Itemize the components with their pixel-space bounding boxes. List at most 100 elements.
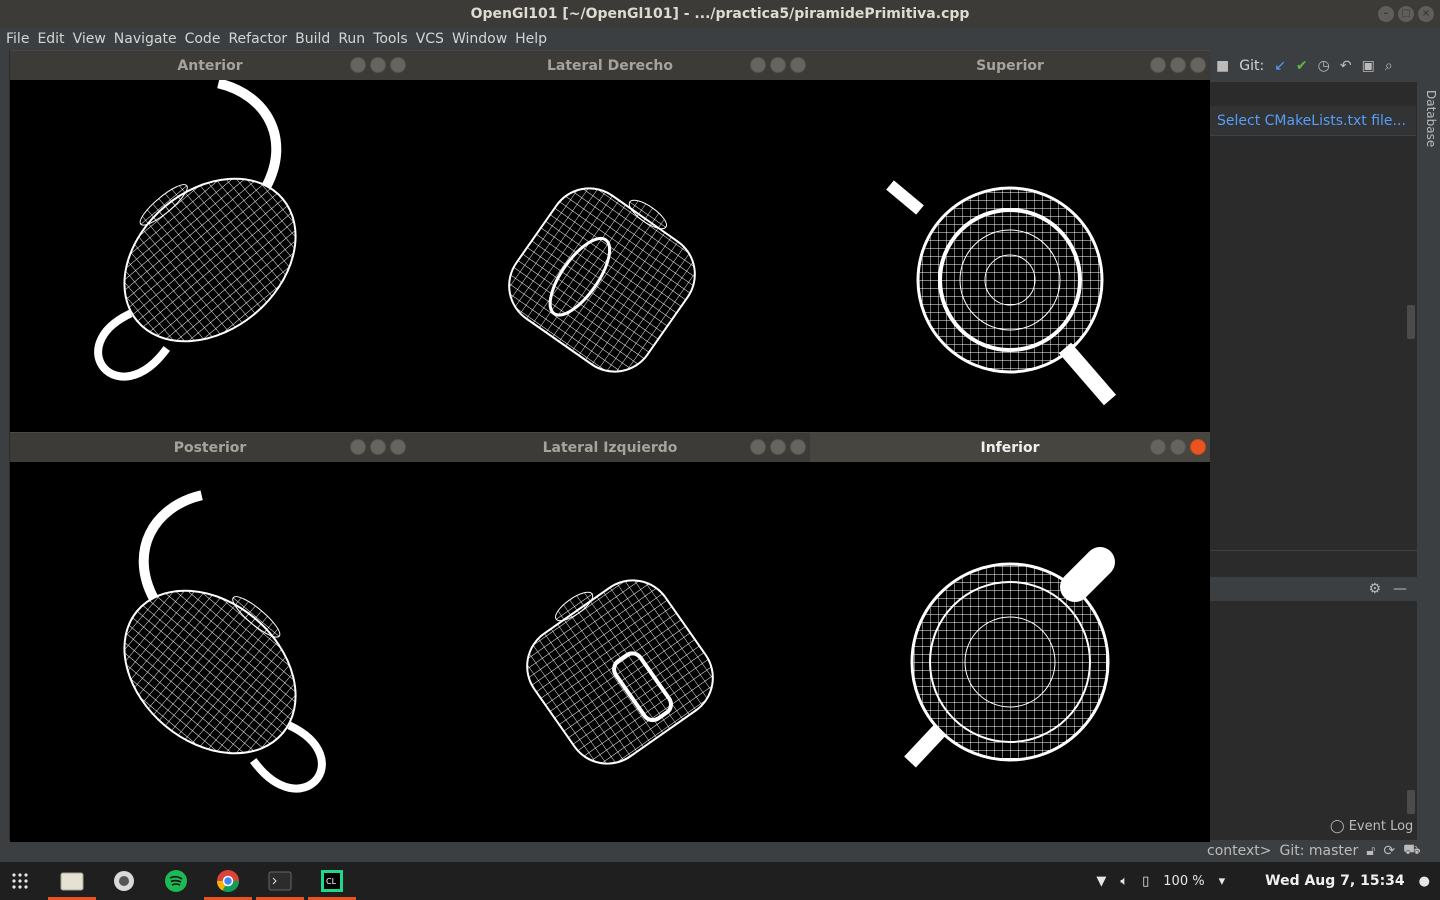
minimize-icon[interactable] xyxy=(750,439,766,455)
gl-canvas[interactable] xyxy=(810,462,1210,842)
revert-icon[interactable]: ↶ xyxy=(1340,58,1352,74)
chrome-icon[interactable] xyxy=(204,863,252,900)
teapot-wireframe-left xyxy=(526,579,714,765)
menu-help[interactable]: Help xyxy=(515,31,547,47)
gl-window-inferior[interactable]: Inferior xyxy=(810,432,1210,842)
gl-canvas[interactable] xyxy=(10,462,410,842)
power-indicator-icon[interactable]: ● xyxy=(1419,874,1430,889)
history-icon[interactable]: ◷ xyxy=(1318,58,1330,74)
gl-window-title: Superior xyxy=(976,57,1044,74)
files-icon[interactable] xyxy=(48,863,96,900)
gl-window-titlebar[interactable]: Anterior xyxy=(10,50,410,80)
maximize-icon[interactable] xyxy=(1170,439,1186,455)
event-log-icon: ◯ xyxy=(1330,819,1345,834)
desktop: OpenGl101 [~/OpenGl101] - .../practica5/… xyxy=(0,0,1440,900)
maximize-icon[interactable] xyxy=(1170,57,1186,73)
gl-window-titlebar[interactable]: Superior xyxy=(810,50,1210,80)
taskbar: CL ▼ 🔈︎ ▯ 100 % ▾ Wed Aug 7, 15:34 ● xyxy=(0,862,1440,900)
maximize-icon[interactable] xyxy=(370,439,386,455)
layout-icon[interactable]: ▣ xyxy=(1362,58,1375,74)
spotify-icon[interactable] xyxy=(158,863,194,899)
menu-edit[interactable]: Edit xyxy=(37,31,64,47)
close-icon[interactable] xyxy=(790,439,806,455)
apps-grid-icon[interactable] xyxy=(2,863,38,899)
stop-icon[interactable]: ■ xyxy=(1216,58,1229,74)
gl-window-lateral-derecho[interactable]: Lateral Derecho xyxy=(410,50,810,432)
git-commit-icon[interactable]: ✔ xyxy=(1296,58,1308,74)
volume-icon[interactable]: 🔈︎ xyxy=(1120,874,1128,889)
gl-window-anterior[interactable]: Anterior xyxy=(10,50,410,432)
scrollbar[interactable] xyxy=(1407,305,1415,339)
settings-icon[interactable] xyxy=(106,863,142,899)
close-icon[interactable] xyxy=(1190,57,1206,73)
panel-separator xyxy=(1210,550,1417,577)
clock[interactable]: Wed Aug 7, 15:34 xyxy=(1265,873,1405,889)
battery-icon[interactable]: ▯ xyxy=(1142,874,1149,889)
close-icon[interactable] xyxy=(1190,439,1206,455)
menu-refactor[interactable]: Refactor xyxy=(228,31,287,47)
ide-left-toolstrip xyxy=(0,50,10,862)
gl-window-superior[interactable]: Superior xyxy=(810,50,1210,432)
battery-percent[interactable]: 100 % xyxy=(1163,874,1204,889)
gl-window-title: Lateral Derecho xyxy=(547,57,673,74)
menu-build[interactable]: Build xyxy=(295,31,330,47)
minimize-icon[interactable] xyxy=(350,57,366,73)
minimize-icon[interactable]: – xyxy=(1378,6,1394,22)
scrollbar-lower[interactable] xyxy=(1407,790,1415,814)
menu-vcs[interactable]: VCS xyxy=(416,31,444,47)
ide-toolbar: ■ Git: ↙ ✔ ◷ ↶ ▣ ⌕ xyxy=(1210,50,1440,82)
close-icon[interactable] xyxy=(790,57,806,73)
tool-window-header: ⚙ — xyxy=(1210,577,1417,601)
event-log-button[interactable]: ◯ Event Log xyxy=(1330,819,1413,834)
git-update-icon[interactable]: ↙ xyxy=(1274,58,1286,74)
gl-window-lateral-izquierdo[interactable]: Lateral Izquierdo xyxy=(410,432,810,842)
menu-window[interactable]: Window xyxy=(452,31,507,47)
menu-file[interactable]: File xyxy=(6,31,29,47)
event-icon[interactable]: ⛟ xyxy=(1403,842,1421,860)
minimize-icon[interactable] xyxy=(1150,439,1166,455)
gl-window-title: Lateral Izquierdo xyxy=(542,439,678,456)
search-icon[interactable]: ⌕ xyxy=(1385,58,1393,74)
close-icon[interactable] xyxy=(390,439,406,455)
cmake-banner-link[interactable]: Select CMakeLists.txt file... xyxy=(1210,106,1416,136)
teapot-wireframe-top xyxy=(886,180,1117,406)
gl-window-titlebar[interactable]: Lateral Izquierdo xyxy=(410,432,810,462)
gl-window-titlebar[interactable]: Inferior xyxy=(810,432,1210,462)
minimize-icon[interactable] xyxy=(350,439,366,455)
ide-right-panel xyxy=(1210,50,1440,862)
gl-window-posterior[interactable]: Posterior xyxy=(10,432,410,842)
event-log-label: Event Log xyxy=(1348,819,1414,834)
wifi-icon[interactable]: ▼ xyxy=(1096,874,1106,889)
minimize-icon[interactable] xyxy=(750,57,766,73)
maximize-icon[interactable]: □ xyxy=(1398,6,1414,22)
teapot-wireframe-front xyxy=(94,80,297,381)
menu-run[interactable]: Run xyxy=(338,31,365,47)
maximize-icon[interactable] xyxy=(370,57,386,73)
database-strip xyxy=(1417,82,1440,862)
gl-canvas[interactable] xyxy=(410,462,810,842)
gl-window-titlebar[interactable]: Posterior xyxy=(10,432,410,462)
chevron-down-icon[interactable]: ▾ xyxy=(1219,874,1226,889)
git-branch[interactable]: Git: master xyxy=(1280,843,1359,859)
gl-canvas[interactable] xyxy=(810,80,1210,432)
close-icon[interactable]: × xyxy=(1418,6,1434,22)
close-icon[interactable] xyxy=(390,57,406,73)
svg-text:CL: CL xyxy=(326,877,337,886)
gl-window-titlebar[interactable]: Lateral Derecho xyxy=(410,50,810,80)
gl-canvas[interactable] xyxy=(10,80,410,432)
maximize-icon[interactable] xyxy=(770,439,786,455)
hide-icon[interactable]: — xyxy=(1393,581,1407,597)
gear-icon[interactable]: ⚙ xyxy=(1368,581,1381,597)
menu-code[interactable]: Code xyxy=(185,31,221,47)
sync-icon[interactable]: ⟳ xyxy=(1383,843,1395,859)
lock-icon[interactable]: 🔓︎ xyxy=(1366,843,1375,859)
database-tab[interactable]: Database xyxy=(1418,90,1438,170)
menu-view[interactable]: View xyxy=(73,31,106,47)
menu-navigate[interactable]: Navigate xyxy=(114,31,177,47)
menu-tools[interactable]: Tools xyxy=(373,31,408,47)
maximize-icon[interactable] xyxy=(770,57,786,73)
gl-canvas[interactable] xyxy=(410,80,810,432)
terminal-icon[interactable] xyxy=(256,863,304,900)
clion-icon[interactable]: CL xyxy=(308,863,356,900)
minimize-icon[interactable] xyxy=(1150,57,1166,73)
